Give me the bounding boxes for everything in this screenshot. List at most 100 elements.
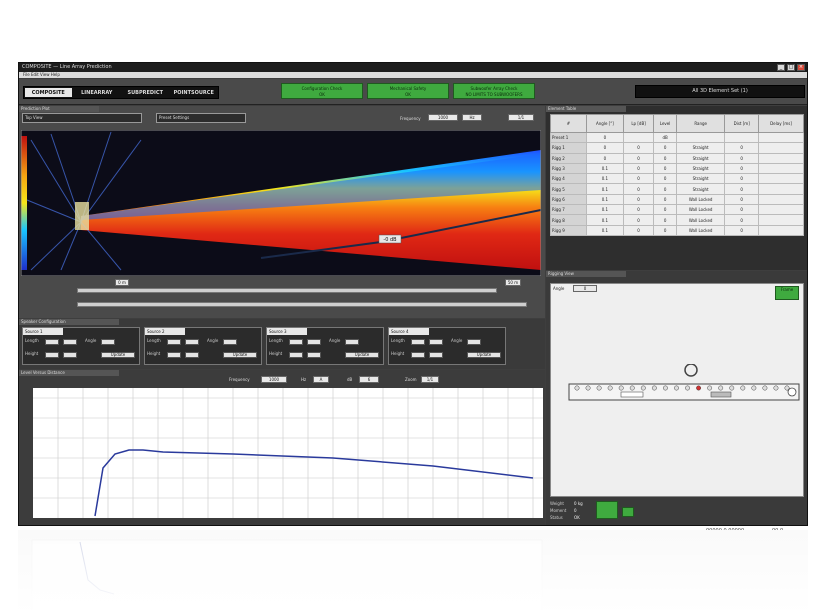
- table-cell[interactable]: 0: [653, 142, 677, 154]
- height-input[interactable]: [167, 352, 181, 358]
- angle-input[interactable]: [345, 339, 359, 345]
- close-button[interactable]: ×: [797, 64, 805, 71]
- tab-subpredict[interactable]: SUBPREDICT: [122, 88, 169, 97]
- table-cell[interactable]: Wall Locked: [675, 224, 726, 237]
- length-input[interactable]: [45, 339, 59, 345]
- length-input[interactable]: [411, 339, 425, 345]
- array-element-icon[interactable]: [574, 385, 580, 391]
- table-row[interactable]: Rigg 1 0 0 0 Straight 0: [550, 142, 804, 154]
- table-cell[interactable]: [758, 131, 804, 144]
- table-cell[interactable]: 0: [724, 162, 760, 175]
- table-row[interactable]: Rigg 9 0.1 0 0 Wall Locked 0: [550, 224, 804, 237]
- table-cell[interactable]: 0: [653, 173, 677, 185]
- table-cell[interactable]: 0: [724, 183, 760, 195]
- update-button[interactable]: Update: [467, 352, 501, 358]
- table-cell[interactable]: Wall Locked: [675, 204, 726, 216]
- tab-linearray[interactable]: LINEARRAY: [73, 88, 120, 97]
- table-cell[interactable]: Rigg 3: [550, 162, 587, 175]
- menu-bar[interactable]: File Edit View Help: [19, 72, 807, 78]
- length-unit-input[interactable]: [63, 339, 77, 345]
- table-cell[interactable]: [758, 142, 804, 154]
- minimize-button[interactable]: _: [777, 64, 785, 71]
- graph-db-input[interactable]: 6: [359, 376, 379, 383]
- rigging-preview[interactable]: Angle 0 Frame: [550, 283, 804, 497]
- table-row[interactable]: Rigg 6 0.1 0 0 Wall Locked 0: [550, 193, 804, 206]
- column-header[interactable]: Delay [ms]: [758, 114, 804, 133]
- table-cell[interactable]: Wall Locked: [675, 214, 726, 226]
- table-cell[interactable]: Rigg 4: [550, 173, 587, 185]
- table-cell[interactable]: [622, 131, 655, 144]
- height-unit-input[interactable]: [429, 352, 443, 358]
- table-cell[interactable]: 0.1: [585, 162, 624, 175]
- table-cell[interactable]: 0: [622, 173, 655, 185]
- configuration-check-button[interactable]: Configuration Check OK: [281, 83, 363, 99]
- table-row[interactable]: Rigg 7 0.1 0 0 Wall Locked 0: [550, 204, 804, 216]
- table-cell[interactable]: 0: [622, 142, 655, 154]
- table-cell[interactable]: 0: [724, 152, 760, 164]
- view-selector[interactable]: Top View: [22, 113, 142, 123]
- distance-slider[interactable]: [77, 288, 497, 293]
- table-cell[interactable]: 0: [622, 162, 655, 175]
- frequency-unit[interactable]: Hz: [462, 114, 482, 121]
- table-cell[interactable]: Straight: [675, 152, 726, 164]
- table-row[interactable]: Rigg 3 0.1 0 0 Straight 0: [550, 162, 804, 175]
- tab-pointsource[interactable]: POINTSOURCE: [170, 88, 217, 97]
- height-input[interactable]: [45, 352, 59, 358]
- table-cell[interactable]: 0: [724, 142, 760, 154]
- preset-selector[interactable]: Preset Settings: [156, 113, 246, 123]
- table-cell[interactable]: Wall Locked: [675, 193, 726, 206]
- table-cell[interactable]: Rigg 9: [550, 224, 587, 237]
- table-cell[interactable]: 0: [724, 204, 760, 216]
- table-cell[interactable]: 0: [653, 183, 677, 195]
- update-button[interactable]: Update: [223, 352, 257, 358]
- table-cell[interactable]: 0: [724, 173, 760, 185]
- table-cell[interactable]: Straight: [675, 183, 726, 195]
- column-header[interactable]: Range: [675, 114, 726, 133]
- length-input[interactable]: [289, 339, 303, 345]
- length-unit-input[interactable]: [307, 339, 321, 345]
- array-element-icon[interactable]: [596, 385, 602, 391]
- table-cell[interactable]: 0: [585, 131, 624, 144]
- table-cell[interactable]: 0: [724, 224, 760, 237]
- array-element-icon[interactable]: [685, 385, 690, 391]
- table-cell[interactable]: Rigg 2: [550, 152, 587, 164]
- table-cell[interactable]: 0: [653, 214, 677, 226]
- height-unit-input[interactable]: [307, 352, 321, 358]
- height-slider[interactable]: [77, 302, 527, 307]
- table-cell[interactable]: [758, 214, 804, 226]
- table-cell[interactable]: [758, 193, 804, 206]
- array-element-icon[interactable]: [762, 385, 768, 391]
- table-cell[interactable]: 0.1: [585, 214, 624, 226]
- frequency-input[interactable]: 1000: [428, 114, 458, 121]
- mechanical-safety-button[interactable]: Mechanical Safety OK: [367, 83, 449, 99]
- table-cell[interactable]: [675, 131, 726, 144]
- table-cell[interactable]: 0.1: [585, 173, 624, 185]
- array-element-icon[interactable]: [740, 385, 746, 391]
- table-row[interactable]: Preset 1 0 dB: [550, 131, 804, 144]
- table-cell[interactable]: [758, 204, 804, 216]
- height-input[interactable]: [289, 352, 303, 358]
- slider-right-value[interactable]: 50 m: [505, 279, 521, 286]
- table-cell[interactable]: 0: [622, 152, 655, 164]
- table-cell[interactable]: Rigg 1: [550, 142, 587, 154]
- table-cell[interactable]: [724, 131, 760, 144]
- table-cell[interactable]: 0: [724, 214, 760, 226]
- table-row[interactable]: Rigg 4 0.1 0 0 Straight 0: [550, 173, 804, 185]
- table-cell[interactable]: 0: [622, 224, 655, 237]
- table-cell[interactable]: 0: [622, 214, 655, 226]
- column-header[interactable]: Level: [653, 114, 677, 133]
- angle-input[interactable]: [223, 339, 237, 345]
- sound-field-heatmap[interactable]: -0 dB: [20, 129, 542, 277]
- table-cell[interactable]: 0.1: [585, 204, 624, 216]
- array-element-icon[interactable]: [640, 385, 646, 391]
- update-button[interactable]: Update: [101, 352, 135, 358]
- table-row[interactable]: Rigg 8 0.1 0 0 Wall Locked 0: [550, 214, 804, 226]
- table-cell[interactable]: Straight: [675, 142, 726, 154]
- graph-zoom-input[interactable]: 1/1: [421, 376, 439, 383]
- length-input[interactable]: [167, 339, 181, 345]
- slider-left-value[interactable]: 0 m: [115, 279, 129, 286]
- table-cell[interactable]: 0: [622, 204, 655, 216]
- table-cell[interactable]: [758, 162, 804, 175]
- array-element-icon[interactable]: [629, 385, 635, 391]
- table-cell[interactable]: Rigg 5: [550, 183, 587, 195]
